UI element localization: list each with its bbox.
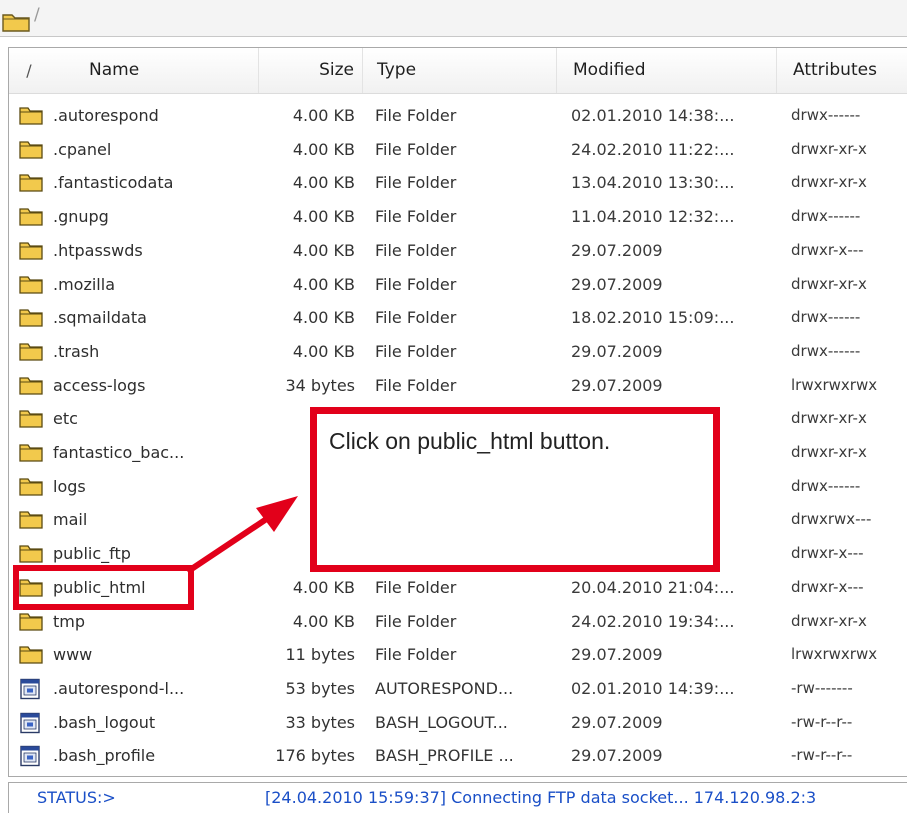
instruction-callout: Click on public_html button. (310, 407, 720, 572)
annotation-arrow (187, 496, 298, 573)
callout-text: Click on public_html button. (329, 428, 611, 454)
